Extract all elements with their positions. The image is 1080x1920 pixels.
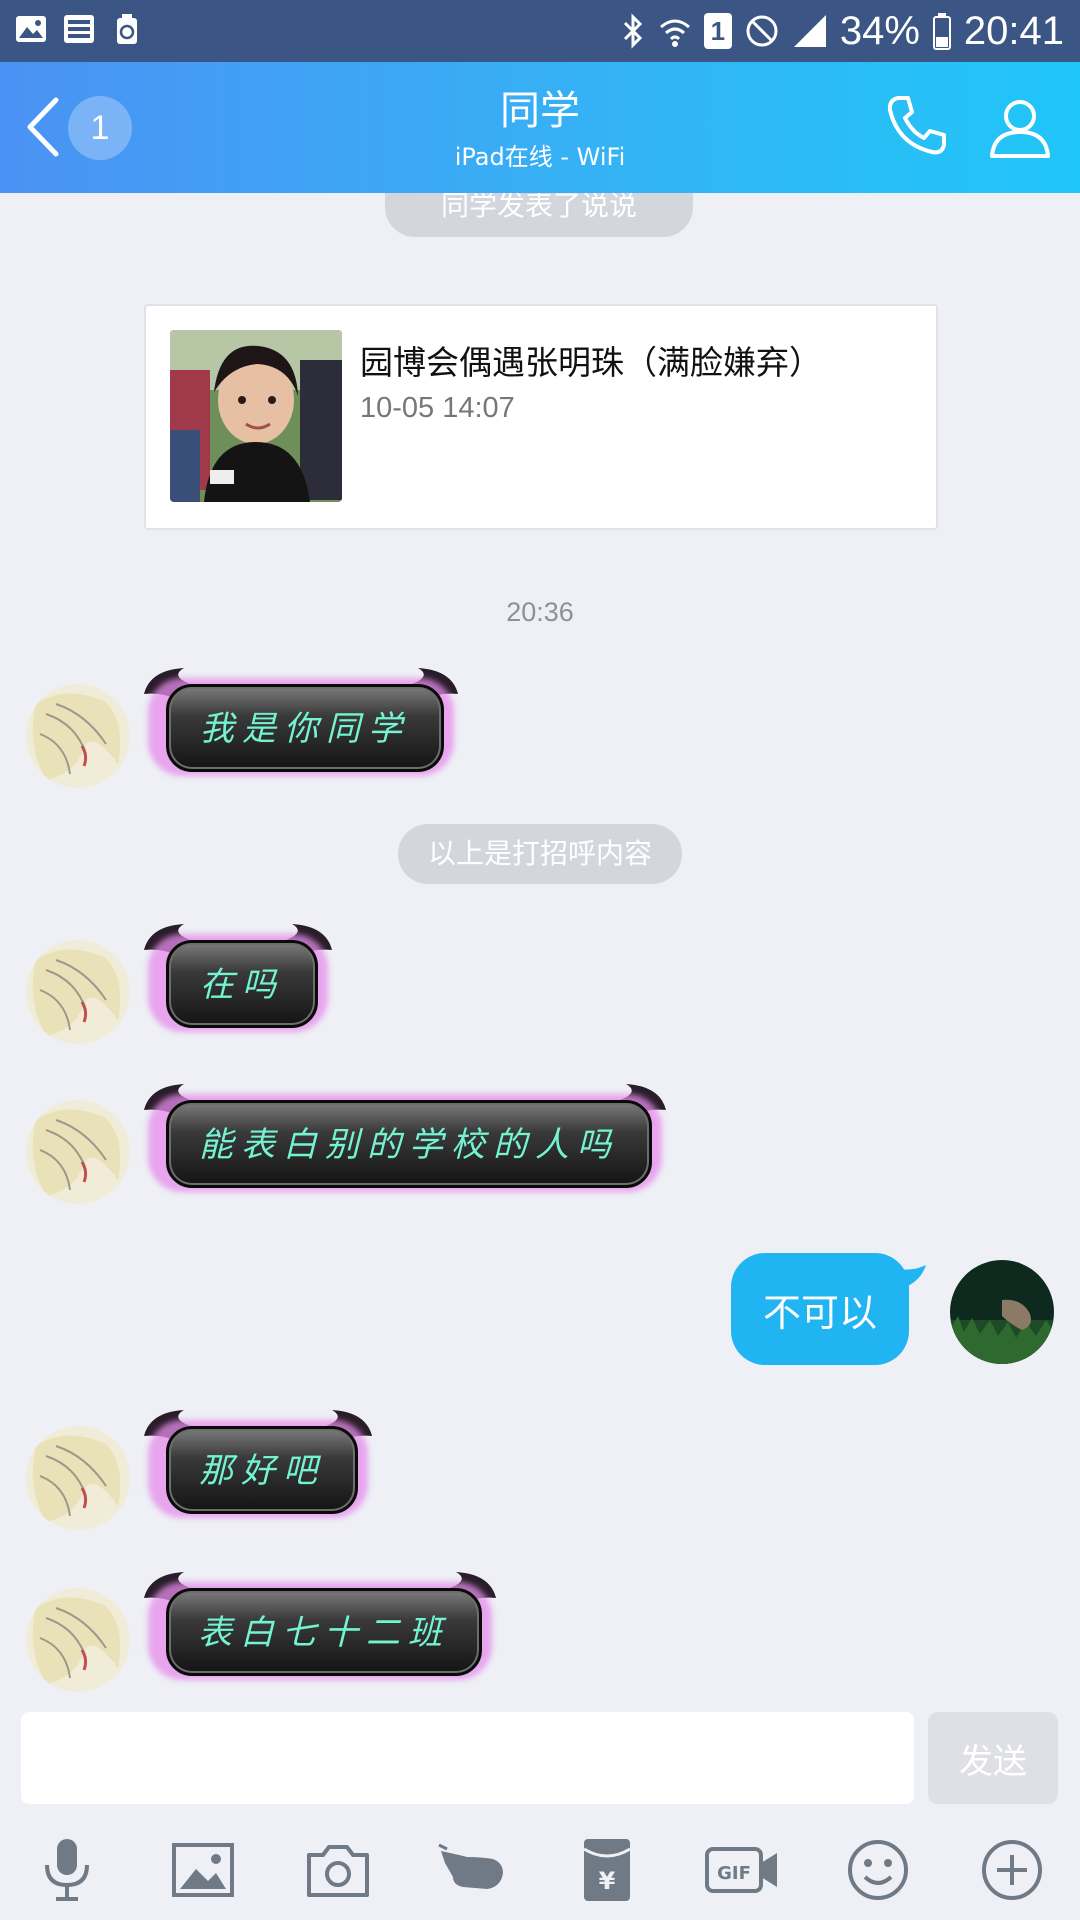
red-packet-icon[interactable]: ¥ bbox=[572, 1835, 642, 1905]
chat-header: 1 同学 iPad在线 - WiFi bbox=[0, 62, 1080, 193]
input-area: 发送 ¥ GIF bbox=[0, 1707, 1080, 1920]
message-bubble[interactable]: 在吗 bbox=[140, 920, 336, 1032]
bluetooth-icon bbox=[623, 13, 642, 49]
storage-notification-icon bbox=[64, 15, 94, 43]
message-bubble[interactable]: 能表白别的学校的人吗 bbox=[140, 1080, 670, 1192]
message-list[interactable]: 同学发表了说说 园博会偶遇张明珠（满脸嫌弃） 10-05 14:07 20:36 bbox=[0, 193, 1080, 1707]
moment-photo bbox=[170, 330, 342, 502]
my-message-bubble[interactable]: 不可以 bbox=[731, 1253, 909, 1365]
message-bubble[interactable]: 我是你同学 bbox=[140, 664, 462, 776]
battery-saver-notification-icon bbox=[117, 14, 137, 44]
gif-icon[interactable]: GIF bbox=[705, 1835, 779, 1905]
shared-moment-card[interactable]: 园博会偶遇张明珠（满脸嫌弃） 10-05 14:07 bbox=[144, 304, 938, 530]
anime-avatar-icon bbox=[26, 940, 130, 1044]
moment-title: 园博会偶遇张明珠（满脸嫌弃） bbox=[360, 343, 822, 382]
poke-icon[interactable] bbox=[437, 1835, 507, 1905]
anime-avatar-icon bbox=[26, 1100, 130, 1204]
emoji-icon[interactable] bbox=[843, 1835, 913, 1905]
sim-slot-icon: 1 bbox=[703, 13, 732, 49]
clock: 20:41 bbox=[963, 9, 1064, 53]
moment-date: 10-05 14:07 bbox=[360, 392, 515, 424]
message-timestamp: 20:36 bbox=[506, 597, 574, 627]
message-text: 在吗 bbox=[200, 964, 284, 1005]
microphone-icon[interactable] bbox=[32, 1835, 102, 1905]
image-icon[interactable] bbox=[168, 1835, 238, 1905]
contact-avatar[interactable] bbox=[26, 1100, 130, 1204]
message-bubble[interactable]: 表白七十二班 bbox=[140, 1568, 500, 1680]
bubble-tail-icon bbox=[890, 1265, 926, 1289]
battery-percent: 34% bbox=[839, 9, 920, 53]
message-bubble[interactable]: 那好吧 bbox=[140, 1406, 376, 1518]
svg-text:¥: ¥ bbox=[599, 1867, 616, 1895]
contact-avatar[interactable] bbox=[26, 684, 130, 788]
signal-icon bbox=[793, 15, 826, 47]
message-text: 我是你同学 bbox=[200, 708, 410, 749]
moment-notice[interactable]: 同学发表了说说 bbox=[385, 193, 693, 237]
input-toolbar: ¥ GIF bbox=[0, 1835, 1080, 1905]
status-indicators: 1 34% 20:41 bbox=[620, 8, 1064, 54]
do-not-disturb-icon bbox=[746, 15, 778, 47]
anime-avatar-icon bbox=[26, 1426, 130, 1530]
my-avatar[interactable] bbox=[950, 1260, 1054, 1364]
grass-photo-avatar-icon bbox=[950, 1260, 1054, 1364]
contact-avatar[interactable] bbox=[26, 1426, 130, 1530]
send-button[interactable]: 发送 bbox=[928, 1712, 1058, 1804]
status-bar: 1 34% 20:41 bbox=[0, 0, 1080, 62]
contact-avatar[interactable] bbox=[26, 940, 130, 1044]
svg-text:GIF: GIF bbox=[717, 1863, 751, 1884]
battery-icon bbox=[932, 13, 951, 50]
wifi-icon bbox=[659, 19, 690, 47]
status-notifications bbox=[14, 12, 144, 46]
phone-call-icon[interactable] bbox=[884, 92, 950, 158]
contact-avatar[interactable] bbox=[26, 1588, 130, 1692]
message-input[interactable] bbox=[21, 1712, 914, 1804]
profile-icon[interactable] bbox=[988, 96, 1052, 160]
gallery-notification-icon bbox=[16, 16, 46, 42]
message-text: 表白七十二班 bbox=[198, 1612, 450, 1653]
greeting-divider: 以上是打招呼内容 bbox=[398, 824, 682, 884]
plus-icon[interactable] bbox=[977, 1835, 1047, 1905]
anime-avatar-icon bbox=[26, 1588, 130, 1692]
anime-avatar-icon bbox=[26, 684, 130, 788]
message-text: 那好吧 bbox=[199, 1450, 325, 1491]
message-text: 能表白别的学校的人吗 bbox=[199, 1124, 619, 1165]
camera-icon[interactable] bbox=[303, 1835, 373, 1905]
